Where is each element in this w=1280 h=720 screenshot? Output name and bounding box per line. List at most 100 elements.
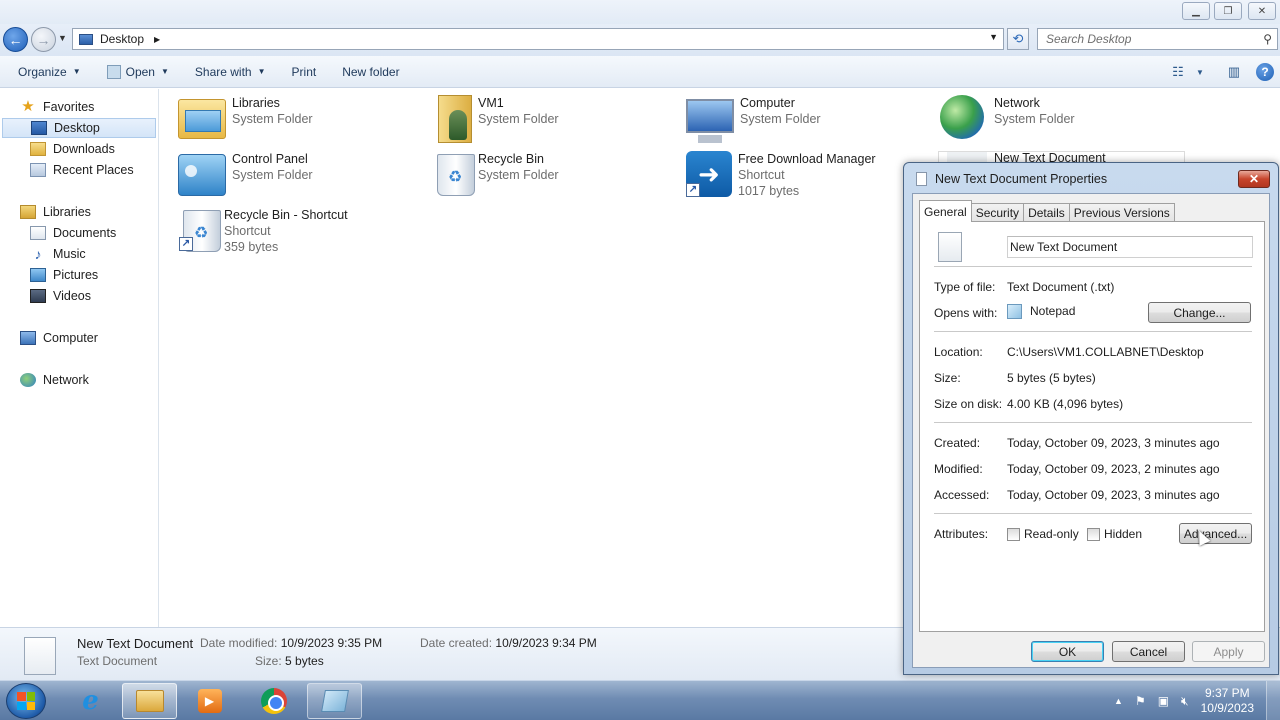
checkbox-box[interactable] <box>1087 527 1100 541</box>
clock[interactable]: 9:37 PM 10/9/2023 <box>1201 686 1254 716</box>
address-bar[interactable]: Desktop ▶ ▼ <box>72 28 1004 50</box>
separator <box>934 266 1252 267</box>
dialog-close-button[interactable]: ✕ <box>1238 170 1270 188</box>
nav-pictures-label: Pictures <box>53 268 99 282</box>
hidden-checkbox[interactable]: Hidden <box>1087 527 1142 541</box>
navigation-pane: ★ Favorites Desktop Downloads Recent Plac… <box>0 89 159 627</box>
tab-previous-versions[interactable]: Previous Versions <box>1068 203 1175 222</box>
attributes-label: Attributes: <box>934 527 989 541</box>
network-status-icon[interactable]: ▣ <box>1158 694 1169 708</box>
show-hidden-icons-icon[interactable]: ▲ <box>1114 696 1123 706</box>
details-name: New Text Document <box>77 636 194 651</box>
search-input[interactable]: Search Desktop ⚲ <box>1037 28 1278 50</box>
modified-value: Today, October 09, 2023, 2 minutes ago <box>1007 462 1220 476</box>
nav-downloads[interactable]: Downloads <box>30 139 115 159</box>
change-button[interactable]: Change... <box>1148 302 1251 323</box>
minimize-button[interactable]: ▁ <box>1182 2 1210 20</box>
shortcut-arrow-icon: ↗ <box>179 237 193 251</box>
advanced-button[interactable]: Advanced... <box>1179 523 1252 544</box>
taskbar-notepad[interactable] <box>307 683 362 719</box>
dialog-title: New Text Document Properties <box>935 172 1108 186</box>
cancel-button[interactable]: Cancel <box>1112 641 1185 662</box>
back-button[interactable]: ← <box>3 27 28 52</box>
taskbar-windows-explorer[interactable] <box>122 683 177 719</box>
search-placeholder: Search Desktop <box>1046 32 1132 46</box>
nav-videos[interactable]: Videos <box>30 286 91 306</box>
forward-button[interactable]: → <box>31 27 56 52</box>
item-type: System Folder <box>740 112 821 126</box>
notepad-icon <box>1007 304 1022 320</box>
windows-explorer-icon <box>135 690 164 712</box>
nav-documents[interactable]: Documents <box>30 223 116 243</box>
nav-desktop[interactable]: Desktop <box>2 118 156 138</box>
share-with-menu[interactable]: Share with ▼ <box>186 60 275 84</box>
restore-button[interactable]: ❐ <box>1214 2 1242 20</box>
checkbox-box[interactable] <box>1007 527 1020 541</box>
size-value: 5 bytes (5 bytes) <box>1007 371 1096 385</box>
item-name: Free Download Manager <box>738 152 876 166</box>
nav-libraries-label: Libraries <box>43 205 91 219</box>
show-desktop-button[interactable] <box>1266 681 1280 720</box>
item-recycle-bin[interactable]: Recycle Bin System Folder <box>432 151 559 196</box>
recent-places-icon <box>30 163 46 177</box>
nav-pictures[interactable]: Pictures <box>30 265 98 285</box>
dialog-title-bar: New Text Document Properties <box>916 172 1107 186</box>
text-file-icon <box>24 637 56 675</box>
preview-pane-icon[interactable]: ▥ <box>1222 62 1246 82</box>
apply-button[interactable]: Apply <box>1192 641 1265 662</box>
nav-favorites[interactable]: ★ Favorites <box>20 97 94 117</box>
breadcrumb-desktop[interactable]: Desktop <box>100 32 144 46</box>
tab-general[interactable]: General <box>919 200 972 222</box>
hidden-label: Hidden <box>1104 527 1143 541</box>
item-type: Shortcut <box>224 224 271 238</box>
address-dropdown-icon[interactable]: ▼ <box>989 32 998 42</box>
read-only-checkbox[interactable]: Read-only <box>1007 527 1079 541</box>
item-recycle-bin-shortcut[interactable]: ↗ Recycle Bin - Shortcut Shortcut 359 byte… <box>178 207 348 255</box>
nav-recent-places[interactable]: Recent Places <box>30 160 134 180</box>
search-icon[interactable]: ⚲ <box>1263 32 1272 46</box>
action-center-icon[interactable]: ⚑ <box>1135 694 1146 708</box>
view-dropdown-icon[interactable]: ▼ <box>1188 62 1212 82</box>
recent-pages-dropdown-icon[interactable]: ▼ <box>58 33 67 43</box>
start-button[interactable] <box>6 683 46 719</box>
tab-details[interactable]: Details <box>1023 203 1070 222</box>
tab-security[interactable]: Security <box>970 203 1025 222</box>
created-value: Today, October 09, 2023, 3 minutes ago <box>1007 436 1220 450</box>
new-folder-label: New folder <box>342 64 400 79</box>
print-button[interactable]: Print <box>283 60 326 84</box>
taskbar-internet-explorer[interactable]: e <box>63 683 118 719</box>
close-button[interactable]: ✕ <box>1248 2 1276 20</box>
refresh-button[interactable]: ⟲ <box>1007 28 1029 50</box>
item-size: 359 bytes <box>224 240 279 254</box>
nav-libraries[interactable]: Libraries <box>20 202 91 222</box>
item-control-panel[interactable]: Control Panel System Folder <box>178 151 313 196</box>
open-menu[interactable]: Open ▼ <box>98 60 178 84</box>
item-free-download-manager[interactable]: ↗ Free Download Manager Shortcut 1017 byte… <box>686 151 876 199</box>
ok-button[interactable]: OK <box>1031 641 1104 662</box>
nav-computer[interactable]: Computer <box>20 328 98 348</box>
item-computer[interactable]: Computer System Folder <box>686 95 821 143</box>
taskbar-media-player[interactable]: ▶ <box>182 683 237 719</box>
clock-date: 10/9/2023 <box>1200 701 1254 715</box>
breadcrumb-arrow-icon[interactable]: ▶ <box>154 35 160 44</box>
file-name-field[interactable]: New Text Document <box>1007 236 1253 258</box>
help-icon[interactable]: ? <box>1256 63 1274 81</box>
taskbar-chrome[interactable] <box>246 683 301 719</box>
item-vm1[interactable]: VM1 System Folder <box>432 95 559 143</box>
item-libraries[interactable]: Libraries System Folder <box>178 95 313 139</box>
new-folder-button[interactable]: New folder <box>333 60 408 84</box>
organize-menu[interactable]: Organize ▼ <box>9 60 90 84</box>
nav-network[interactable]: Network <box>20 370 89 390</box>
item-network[interactable]: Network System Folder <box>940 95 1075 139</box>
item-name: Control Panel <box>232 152 308 166</box>
change-view-icon[interactable]: ☷ <box>1166 62 1190 82</box>
opens-with-value: Notepad <box>1030 304 1076 318</box>
open-label: Open <box>125 64 155 79</box>
details-type: Text Document <box>77 654 158 668</box>
item-type: Shortcut <box>738 168 785 182</box>
fdm-icon: ↗ <box>686 151 732 197</box>
documents-icon <box>30 226 46 240</box>
type-of-file-label: Type of file: <box>934 280 996 294</box>
nav-music[interactable]: ♪ Music <box>30 244 86 264</box>
volume-muted-icon[interactable]: 🔇︎ <box>1181 694 1189 709</box>
